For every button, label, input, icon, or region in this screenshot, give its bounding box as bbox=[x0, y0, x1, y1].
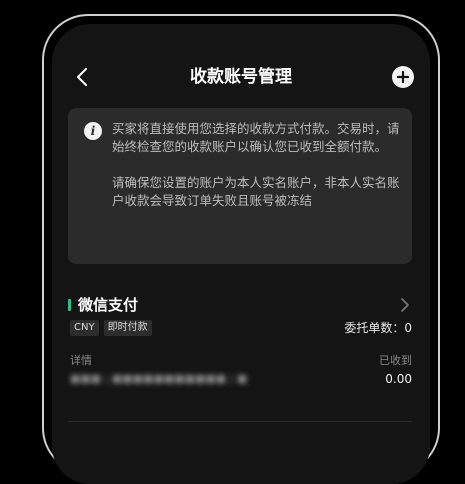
received-value: 0.00 bbox=[385, 372, 412, 386]
notice-text: 买家将直接使用您选择的收款方式付款。交易时，请始终检查您的收款账户以确认您已收到… bbox=[112, 120, 402, 210]
notice-paragraph-1: 买家将直接使用您选择的收款方式付款。交易时，请始终检查您的收款账户以确认您已收到… bbox=[112, 121, 400, 154]
accent-bar bbox=[68, 299, 71, 311]
received-label: 已收到 bbox=[379, 354, 412, 367]
notice-card: i 买家将直接使用您选择的收款方式付款。交易时，请始终检查您的收款账户以确认您已… bbox=[68, 108, 412, 264]
divider bbox=[68, 421, 412, 422]
nav-header: 收款账号管理 bbox=[52, 62, 430, 92]
entrusted-orders: 委托单数：0 bbox=[344, 321, 412, 335]
chevron-right-icon[interactable] bbox=[400, 298, 410, 312]
payment-account-card[interactable]: 微信支付 CNY 即时付款 委托单数：0 详情 已收到 ■■■ | ■■■■■■… bbox=[68, 290, 412, 410]
notice-paragraph-2: 请确保您设置的账户为本人实名账户，非本人实名账户收款会导致订单失败且账号被冻结 bbox=[112, 175, 400, 208]
detail-label: 详情 bbox=[70, 354, 92, 367]
plus-circle-icon bbox=[397, 71, 409, 83]
add-account-button[interactable] bbox=[392, 66, 414, 88]
info-icon: i bbox=[84, 122, 102, 140]
account-tags: CNY 即时付款 bbox=[70, 320, 152, 336]
payment-speed-tag: 即时付款 bbox=[103, 320, 152, 336]
account-title-row: 微信支付 bbox=[68, 294, 412, 316]
currency-tag: CNY bbox=[70, 320, 99, 336]
app-screen: 收款账号管理 i 买家将直接使用您选择的收款方式付款。交易时，请始终检查您的收款… bbox=[52, 24, 430, 484]
account-name: 微信支付 bbox=[78, 296, 139, 314]
detail-value-blurred: ■■■ | ■■■■■■■■■■■ | ■ bbox=[70, 372, 248, 385]
page-title: 收款账号管理 bbox=[190, 67, 292, 87]
